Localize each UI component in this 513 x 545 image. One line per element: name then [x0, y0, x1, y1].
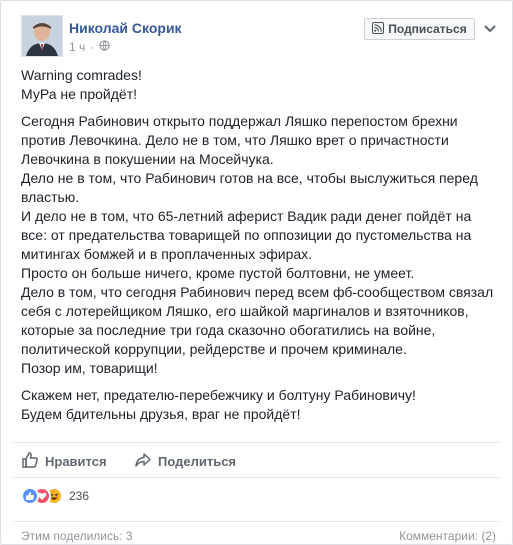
- post-text-line: Дело в том, что сегодня Рабинович перед …: [21, 284, 494, 300]
- post-text-line: против Левочкина. Дело не в том, что Ляш…: [21, 132, 449, 148]
- separator-dot: ·: [90, 40, 95, 54]
- post-text-line: Левочкина в покушении на Мосейчука.: [21, 151, 274, 167]
- reaction-count: 236: [69, 489, 90, 503]
- like-button[interactable]: Нравится: [21, 451, 107, 472]
- post-text-line: Скажем нет, предателю-перебежчику и болт…: [21, 387, 416, 403]
- post-text-line: властью.: [21, 189, 80, 205]
- share-button[interactable]: Поделиться: [134, 451, 236, 472]
- avatar[interactable]: [21, 15, 63, 57]
- post-text-line: Warning comrades!: [21, 67, 142, 83]
- post-text-line: политической коррупции, рейдерстве и про…: [21, 341, 407, 357]
- post-paragraph: Сегодня Рабинович открыто поддержал Ляшк…: [21, 112, 496, 378]
- post-text-line: И дело не в том, что 65-летний аферист В…: [21, 208, 472, 224]
- share-icon: [134, 451, 152, 472]
- post-text: Warning comrades! МуРа не пройдёт! Сегодня…: [21, 66, 496, 432]
- post-text-line: Позор им, товарищи!: [21, 360, 158, 376]
- post-footer: Этим поделились: 3 Комментарии: (2): [13, 521, 500, 544]
- rss-icon: [372, 21, 385, 37]
- reaction-summary[interactable]: 236: [21, 486, 89, 506]
- post-text-line: Сегодня Рабинович открыто поддержал Ляшк…: [21, 113, 458, 129]
- like-label: Нравится: [45, 454, 107, 469]
- comments-count-link[interactable]: Комментарии: (2): [399, 529, 496, 543]
- post-header: Николай Скорик 1 ч · Подписаться: [15, 15, 500, 59]
- subscribe-button[interactable]: Подписаться: [364, 18, 475, 40]
- share-label: Поделиться: [158, 454, 237, 469]
- author-name[interactable]: Николай Скорик: [69, 20, 182, 36]
- post-text-line: МуРа не пройдёт!: [21, 86, 138, 102]
- post-text-line: Будем бдительны друзья, враг не пройдёт!: [21, 406, 301, 422]
- action-bar: Нравится Поделиться: [13, 442, 500, 478]
- post-text-line: Просто он больше ничего, кроме пустой бо…: [21, 265, 415, 281]
- post-card: Николай Скорик 1 ч · Подписаться Warning…: [0, 0, 513, 545]
- subscribe-label: Подписаться: [388, 22, 467, 36]
- post-text-line: Дело не в том, что Рабинович готов на вс…: [21, 170, 478, 186]
- post-timestamp[interactable]: 1 ч: [69, 40, 85, 54]
- thumbs-up-icon: [21, 451, 39, 472]
- post-meta: 1 ч ·: [69, 40, 110, 54]
- globe-icon: [99, 40, 110, 54]
- like-reaction-icon: [21, 487, 39, 505]
- post-text-line: митингах бомжей и в проплаченных эфирах.: [21, 246, 313, 262]
- post-text-line: все: от предательства товарищей по оппоз…: [21, 227, 472, 243]
- post-text-line: себя с лотерейщиком Ляшко, его шайкой ма…: [21, 303, 469, 319]
- post-text-line: которые за последние три года сказочно о…: [21, 322, 436, 338]
- post-paragraph: Скажем нет, предателю-перебежчику и болт…: [21, 386, 496, 424]
- chevron-down-icon[interactable]: [484, 21, 496, 33]
- post-paragraph: Warning comrades! МуРа не пройдёт!: [21, 66, 496, 104]
- shares-count-link[interactable]: Этим поделились: 3: [21, 529, 133, 543]
